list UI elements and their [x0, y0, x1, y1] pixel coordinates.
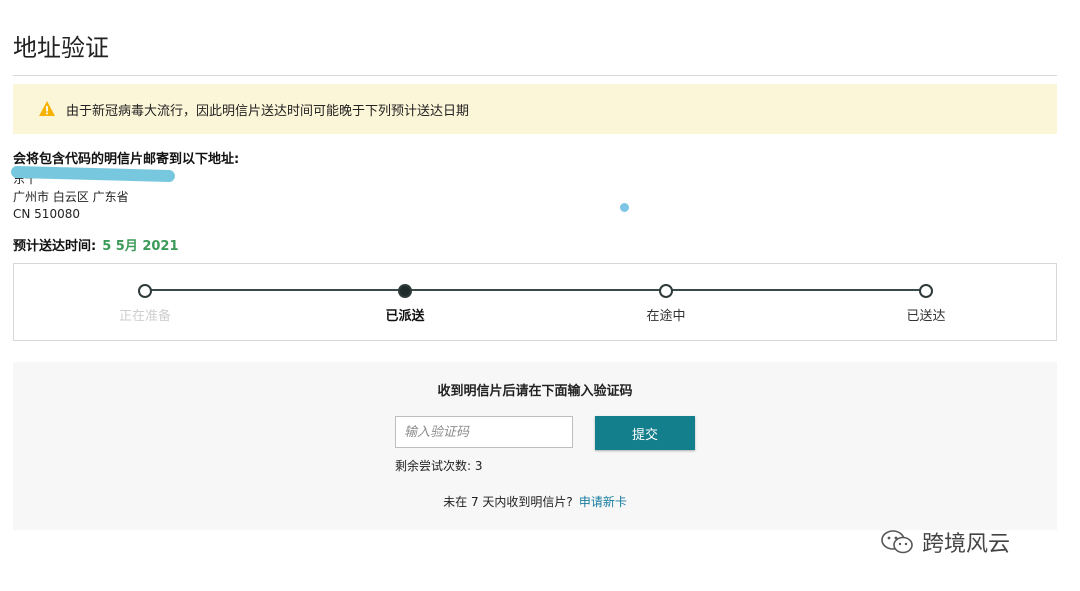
submit-button[interactable]: 提交 — [595, 416, 695, 450]
verify-title: 收到明信片后请在下面输入验证码 — [437, 384, 633, 399]
step-node-dispatched — [398, 284, 412, 298]
not-received-text: 未在 7 天内收到明信片? — [443, 495, 573, 509]
covid-notice-banner: 由于新冠病毒大流行，因此明信片送达时间可能晚于下列预计送达日期 — [13, 84, 1057, 134]
page-title: 地址验证 — [13, 34, 109, 62]
notice-text: 由于新冠病毒大流行，因此明信片送达时间可能晚于下列预计送达日期 — [66, 103, 470, 119]
warning-icon — [38, 100, 56, 118]
verification-panel: 收到明信片后请在下面输入验证码 提交 剩余尝试次数: 3 未在 7 天内收到明信… — [13, 362, 1057, 530]
eta-label: 预计送达时间: — [13, 239, 97, 254]
step-label-in-transit: 在途中 — [646, 309, 686, 324]
step-label-delivered: 已送达 — [906, 309, 946, 324]
stray-dot — [620, 203, 629, 212]
eta-row: 预计送达时间: 5 5月 2021 — [13, 235, 179, 254]
address-line-3: CN 510080 — [13, 207, 80, 221]
step-node-preparing — [138, 284, 152, 298]
step-node-in-transit — [659, 284, 673, 298]
address-heading: 会将包含代码的明信片邮寄到以下地址: — [13, 152, 240, 167]
step-label-preparing: 正在准备 — [118, 309, 171, 324]
eta-value: 5 5月 2021 — [102, 239, 179, 254]
title-divider — [13, 75, 1057, 76]
address-line-2: 广州市 白云区 广东省 — [13, 190, 129, 204]
verification-code-input[interactable] — [395, 416, 573, 448]
request-new-card-link[interactable]: 申请新卡 — [579, 495, 627, 509]
step-label-dispatched: 已派送 — [385, 309, 425, 324]
shipping-progress-tracker: 正在准备 已派送 在途中 已送达 — [13, 263, 1057, 341]
remaining-attempts: 剩余尝试次数: 3 — [395, 459, 483, 473]
progress-line — [144, 289, 926, 291]
step-node-delivered — [919, 284, 933, 298]
watermark-text: 跨境风云 — [922, 532, 1011, 557]
not-received-row: 未在 7 天内收到明信片? 申请新卡 — [13, 493, 1057, 510]
wechat-icon — [881, 530, 913, 554]
watermark: 跨境风云 — [880, 526, 1010, 558]
